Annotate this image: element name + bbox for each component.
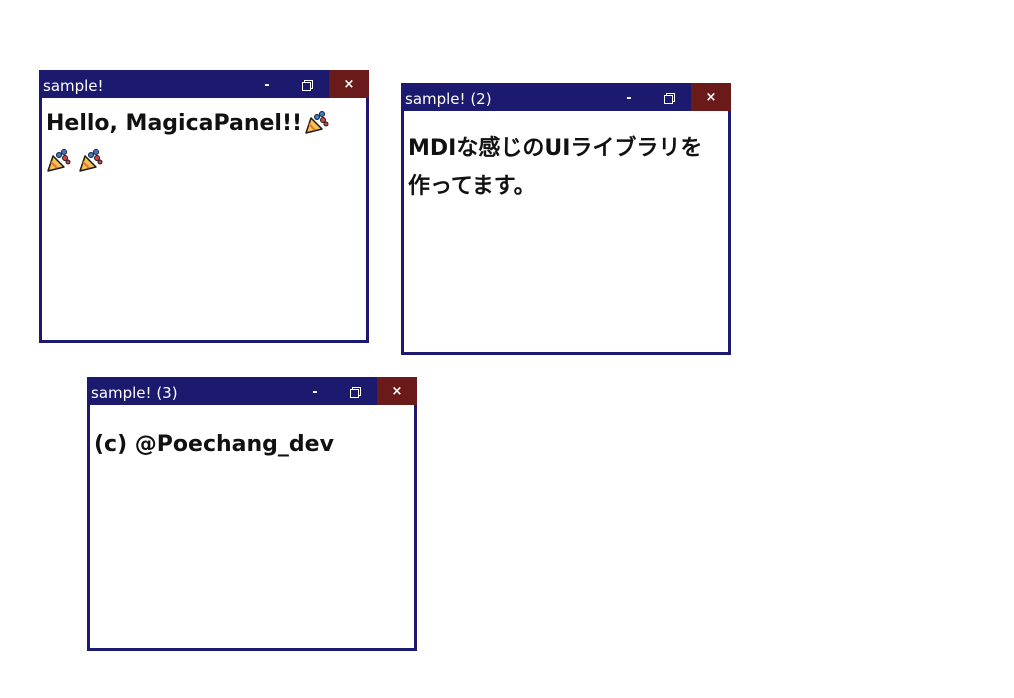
minimize-button[interactable]: - xyxy=(296,380,334,405)
minimize-button[interactable]: - xyxy=(610,86,648,111)
desktop: sample! - × Hello, MagicaPanel!! sample!… xyxy=(0,0,1014,698)
restore-icon xyxy=(349,387,361,398)
close-button[interactable]: × xyxy=(329,70,369,98)
window-sample-2[interactable]: sample! (2) - × MDIな感じのUIライブラリを作ってます。 xyxy=(401,83,731,355)
restore-button[interactable] xyxy=(288,73,326,98)
window-titlebar[interactable]: sample! (2) - × xyxy=(404,83,731,111)
restore-icon xyxy=(301,80,313,91)
window-title: sample! xyxy=(43,77,104,95)
window-sample-3[interactable]: sample! (3) - × (c) @Poechang_dev xyxy=(87,377,417,651)
window-content: Hello, MagicaPanel!! xyxy=(46,105,360,181)
content-text: (c) @Poechang_dev xyxy=(94,432,334,457)
window-title: sample! (3) xyxy=(91,384,178,402)
window-title: sample! (2) xyxy=(405,90,492,108)
minimize-button[interactable]: - xyxy=(248,73,286,98)
window-content: (c) @Poechang_dev xyxy=(94,426,408,464)
content-text: Hello, MagicaPanel!! xyxy=(46,111,303,136)
content-text: MDIな感じのUIライブラリを作ってます。 xyxy=(408,136,703,199)
party-popper-icon xyxy=(305,111,329,134)
window-titlebar[interactable]: sample! - × xyxy=(42,70,369,98)
restore-icon xyxy=(663,93,675,104)
restore-button[interactable] xyxy=(336,380,374,405)
window-titlebar[interactable]: sample! (3) - × xyxy=(90,377,417,405)
party-popper-icon xyxy=(79,149,103,172)
close-button[interactable]: × xyxy=(377,377,417,405)
window-sample[interactable]: sample! - × Hello, MagicaPanel!! xyxy=(39,70,369,343)
close-button[interactable]: × xyxy=(691,83,731,111)
party-popper-icon xyxy=(47,149,71,172)
window-content: MDIな感じのUIライブラリを作ってます。 xyxy=(408,130,712,206)
restore-button[interactable] xyxy=(650,86,688,111)
